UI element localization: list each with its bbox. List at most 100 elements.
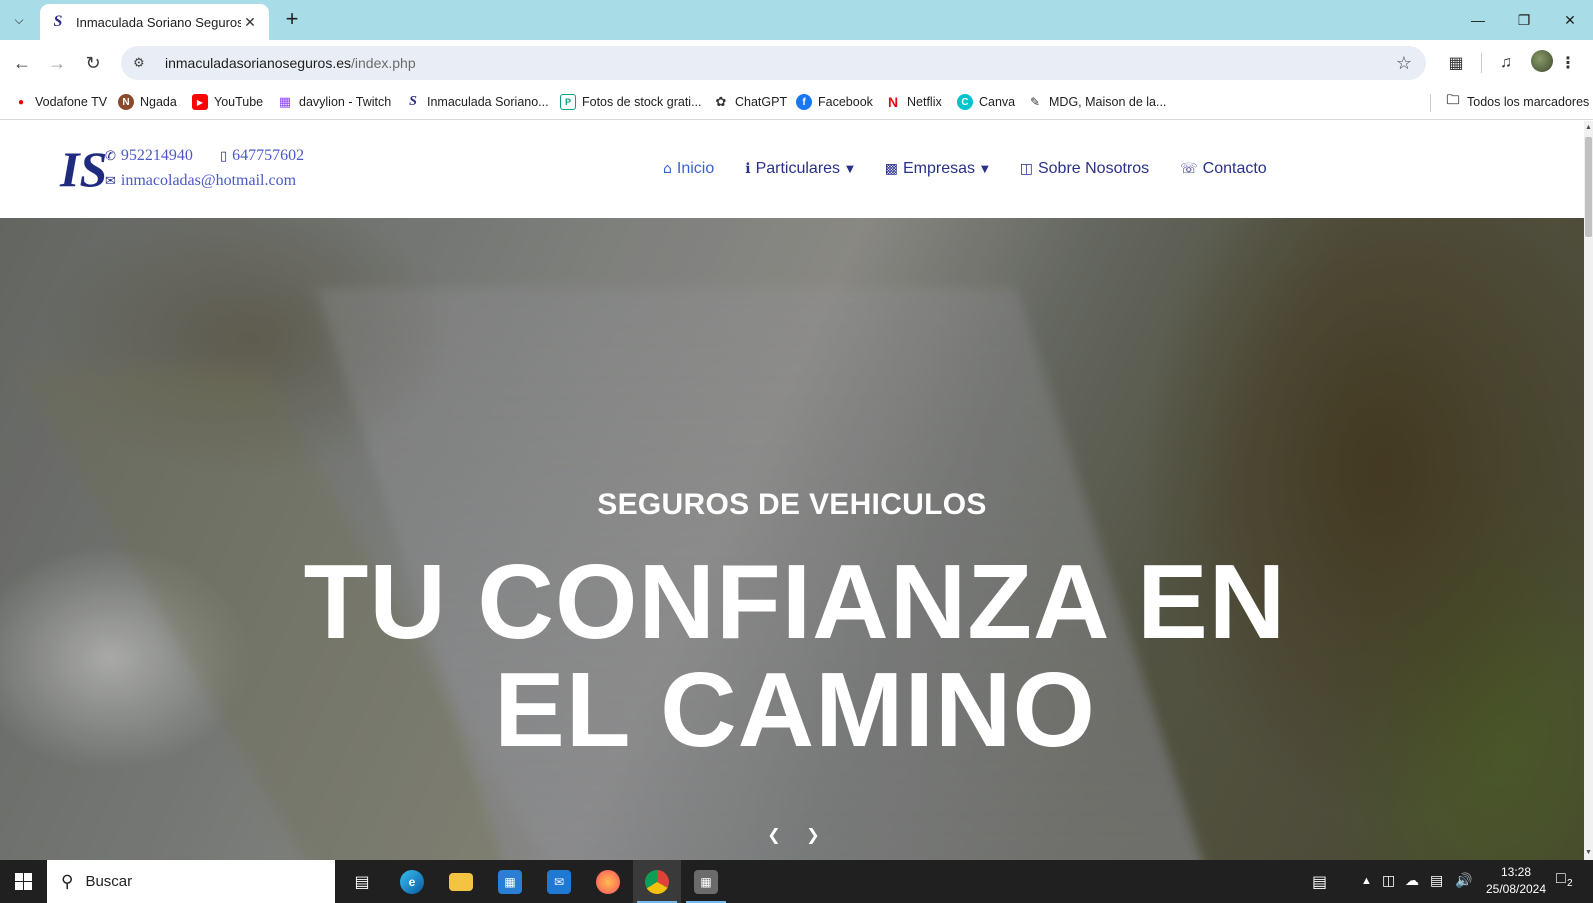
meet-now-icon[interactable]: ◫ bbox=[1382, 872, 1395, 889]
url-text: inmaculadasorianoseguros.es/index.php bbox=[165, 55, 416, 71]
phone-icon: ✆ bbox=[105, 148, 116, 164]
site-logo[interactable]: IS bbox=[60, 144, 107, 194]
notifications-icon[interactable]: □ bbox=[1556, 870, 1566, 888]
profile-avatar[interactable] bbox=[1531, 50, 1553, 72]
bookmark-star-icon[interactable]: ☆ bbox=[1396, 53, 1412, 74]
video-editor-app[interactable]: ▦ bbox=[682, 860, 730, 903]
search-icon: ⚲ bbox=[61, 871, 74, 891]
clapperboard-icon: ▦ bbox=[694, 869, 718, 894]
browser-tabstrip: ⌵ S Inmaculada Soriano Seguros ✕ + — ❐ ✕ bbox=[0, 0, 1593, 40]
reload-button[interactable]: ↻ bbox=[81, 51, 105, 75]
site-info-icon[interactable]: ⚙ bbox=[133, 55, 153, 71]
restore-icon[interactable]: ❐ bbox=[1501, 0, 1547, 40]
task-view-button[interactable]: ▤ bbox=[338, 860, 386, 903]
window-controls: — ❐ ✕ bbox=[1455, 0, 1593, 40]
network-icon[interactable]: ▤ bbox=[1430, 872, 1443, 889]
bookmark-item[interactable]: N Netflix bbox=[885, 94, 942, 110]
bookmark-item[interactable]: ✎ MDG, Maison de la... bbox=[1027, 94, 1166, 110]
close-tab-icon[interactable]: ✕ bbox=[241, 14, 259, 31]
page-scrollbar[interactable]: ▲ ▼ bbox=[1584, 121, 1593, 860]
forward-button[interactable]: → bbox=[45, 51, 69, 75]
mobile-phone-icon: ▯ bbox=[220, 148, 228, 164]
envelope-icon: ✉ bbox=[105, 173, 116, 189]
home-icon: ⌂ bbox=[663, 161, 672, 177]
chatgpt-icon: ✿ bbox=[715, 94, 727, 109]
edge-icon: e bbox=[400, 869, 424, 894]
onedrive-icon[interactable]: ☁ bbox=[1405, 872, 1419, 889]
industry-icon: ▩ bbox=[884, 161, 898, 177]
mdg-icon: ✎ bbox=[1029, 95, 1041, 109]
mobile-number: 647757602 bbox=[232, 147, 305, 164]
bookmark-item[interactable]: C Canva bbox=[957, 94, 1015, 110]
firefox-app[interactable] bbox=[584, 860, 632, 903]
chevron-up-icon[interactable]: ▲ bbox=[1361, 875, 1372, 887]
menu-kebab-icon[interactable]: ⋮ bbox=[1556, 51, 1580, 75]
system-clock[interactable]: 13:28 25/08/2024 bbox=[1482, 864, 1550, 898]
facebook-icon: f bbox=[796, 94, 812, 110]
extensions-icon[interactable]: ▦ bbox=[1444, 51, 1468, 75]
web-page: IS ✆ 952214940 ▯ 647757602 ✉ inmacoladas… bbox=[0, 121, 1584, 860]
scroll-up-icon[interactable]: ▲ bbox=[1585, 124, 1592, 131]
volume-icon[interactable]: 🔊 bbox=[1455, 872, 1472, 889]
bookmark-item[interactable]: S Inmaculada Soriano... bbox=[405, 94, 549, 110]
nav-sobre-nosotros[interactable]: ◫ Sobre Nosotros bbox=[1020, 160, 1149, 178]
carousel-prev-button[interactable]: ❮ bbox=[764, 825, 784, 845]
scroll-down-icon[interactable]: ▼ bbox=[1585, 849, 1592, 856]
scroll-thumb[interactable] bbox=[1585, 137, 1592, 237]
close-window-icon[interactable]: ✕ bbox=[1547, 0, 1593, 40]
chevron-down-icon: ⌵ bbox=[14, 12, 24, 27]
arrow-left-icon: ← bbox=[13, 52, 31, 73]
chrome-app[interactable] bbox=[633, 860, 681, 903]
bookmark-item[interactable]: ● Vodafone TV bbox=[13, 94, 107, 110]
mail-app[interactable]: ✉ bbox=[535, 860, 583, 903]
twitch-icon: ▦ bbox=[278, 94, 292, 109]
chrome-icon bbox=[645, 869, 669, 894]
bookmark-item[interactable]: P Fotos de stock grati... bbox=[560, 94, 702, 110]
nav-contacto[interactable]: ☏ Contacto bbox=[1180, 160, 1267, 178]
vodafone-icon: ● bbox=[17, 96, 25, 108]
bookmarks-bar: ● Vodafone TV N Ngada ▶ YouTube ▦ davylion -… bbox=[0, 86, 1593, 120]
new-tab-button[interactable]: + bbox=[280, 8, 304, 32]
all-bookmarks-button[interactable]: 🗀 Todos los marcadores bbox=[1445, 92, 1589, 110]
youtube-icon: ▶ bbox=[192, 94, 208, 110]
site-favicon-icon: S bbox=[53, 13, 63, 30]
mail-icon: ✉ bbox=[547, 869, 571, 894]
toolbar-divider bbox=[1481, 53, 1482, 73]
email-contact[interactable]: ✉ inmacoladas@hotmail.com bbox=[105, 172, 296, 190]
minimize-icon[interactable]: — bbox=[1455, 0, 1501, 40]
address-bar[interactable]: ⚙ inmaculadasorianoseguros.es/index.php … bbox=[121, 46, 1426, 80]
back-button[interactable]: ← bbox=[10, 51, 34, 75]
netflix-icon: N bbox=[887, 94, 899, 110]
store-icon: ▦ bbox=[498, 869, 522, 894]
file-explorer-app[interactable] bbox=[437, 860, 485, 903]
store-app[interactable]: ▦ bbox=[486, 860, 534, 903]
id-card-icon: ◫ bbox=[1019, 161, 1033, 177]
phone-number: 952214940 bbox=[120, 147, 193, 164]
bookmarks-divider bbox=[1430, 94, 1431, 112]
mobile-contact[interactable]: ▯ 647757602 bbox=[220, 147, 304, 165]
carousel-next-button[interactable]: ❯ bbox=[803, 825, 823, 845]
nav-empresas[interactable]: ▩ Empresas ▼ bbox=[885, 160, 989, 178]
bookmark-item[interactable]: ▶ YouTube bbox=[192, 94, 263, 110]
nav-inicio[interactable]: ⌂ Inicio bbox=[663, 160, 714, 178]
ngada-icon: N bbox=[118, 94, 134, 110]
browser-tab-active[interactable]: S Inmaculada Soriano Seguros ✕ bbox=[40, 4, 269, 40]
nav-particulares[interactable]: ℹ Particulares ▼ bbox=[745, 160, 854, 178]
notification-count: 2 bbox=[1567, 878, 1573, 889]
bookmark-item[interactable]: ▦ davylion - Twitch bbox=[277, 94, 391, 110]
bookmark-item[interactable]: f Facebook bbox=[796, 94, 873, 110]
bookmark-item[interactable]: N Ngada bbox=[118, 94, 177, 110]
reload-icon: ↻ bbox=[85, 52, 101, 73]
phone-contact[interactable]: ✆ 952214940 bbox=[105, 147, 193, 165]
media-controls-icon[interactable]: ♫ bbox=[1494, 51, 1518, 75]
tab-search-button[interactable]: ⌵ bbox=[7, 8, 31, 32]
taskbar-search[interactable]: ⚲ Buscar bbox=[47, 860, 335, 903]
browser-toolbar: ← → ↻ ⚙ inmaculadasorianoseguros.es/inde… bbox=[0, 40, 1593, 86]
news-widget-icon[interactable]: ▤ bbox=[1312, 872, 1327, 892]
task-view-icon: ▤ bbox=[354, 873, 370, 891]
bookmark-item[interactable]: ✿ ChatGPT bbox=[713, 94, 788, 110]
edge-app[interactable]: e bbox=[388, 860, 436, 903]
firefox-icon bbox=[596, 869, 620, 894]
start-button[interactable] bbox=[0, 860, 46, 903]
hero-kicker: SEGUROS DE VEHICULOS bbox=[597, 488, 987, 521]
